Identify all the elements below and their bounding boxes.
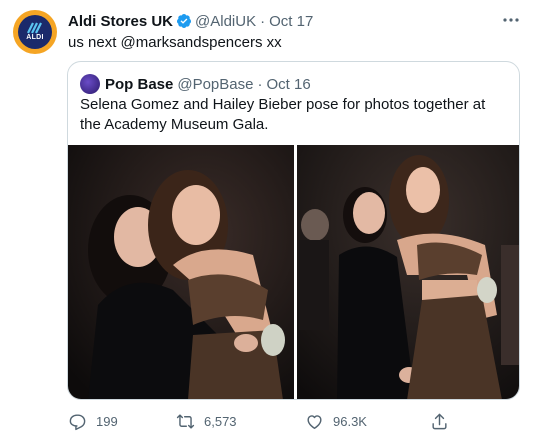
tweet-actions: 199 6,573 96.3K <box>68 409 448 433</box>
author-handle[interactable]: @AldiUK <box>195 13 256 30</box>
quoted-tweet[interactable]: Pop Base @PopBase · Oct 16 Selena Gomez … <box>67 61 520 400</box>
quoted-header: Pop Base @PopBase · Oct 16 <box>80 74 311 94</box>
verified-badge-icon <box>177 14 192 28</box>
tweet-date[interactable]: Oct 17 <box>269 13 313 30</box>
author-avatar[interactable]: ALDI <box>13 10 57 54</box>
reply-button[interactable]: 199 <box>68 409 118 433</box>
photo-right[interactable] <box>297 145 519 399</box>
like-button[interactable]: 96.3K <box>305 409 367 433</box>
retweet-count: 6,573 <box>204 413 237 429</box>
separator-dot: · <box>260 12 266 30</box>
like-icon <box>307 414 322 429</box>
author-name[interactable]: Aldi Stores UK <box>68 13 173 30</box>
quoted-author-avatar[interactable] <box>80 74 100 94</box>
retweet-icon <box>176 413 195 429</box>
aldi-wordmark: ALDI <box>26 34 44 41</box>
quoted-separator-dot: · <box>257 75 263 93</box>
quoted-author-name[interactable]: Pop Base <box>105 76 173 93</box>
aldi-logo: ALDI <box>18 15 52 49</box>
quoted-text: Selena Gomez and Hailey Bieber pose for … <box>80 96 486 133</box>
share-icon <box>432 413 447 429</box>
more-icon[interactable] <box>501 12 521 28</box>
aldi-stripes-icon <box>27 22 42 34</box>
tweet-header: Aldi Stores UK @AldiUK · Oct 17 <box>68 11 313 31</box>
like-count: 96.3K <box>333 413 367 429</box>
reply-count: 199 <box>96 413 118 429</box>
quoted-date[interactable]: Oct 16 <box>266 76 310 93</box>
retweet-button[interactable]: 6,573 <box>176 409 237 433</box>
share-button[interactable] <box>430 409 458 433</box>
photo-left[interactable] <box>68 145 294 399</box>
quoted-author-handle[interactable]: @PopBase <box>177 76 253 93</box>
tweet[interactable]: ALDI Aldi Stores UK @AldiUK · Oct 17 us … <box>0 0 533 439</box>
tweet-text: us next @marksandspencers xx <box>68 34 282 51</box>
reply-icon <box>69 413 86 430</box>
